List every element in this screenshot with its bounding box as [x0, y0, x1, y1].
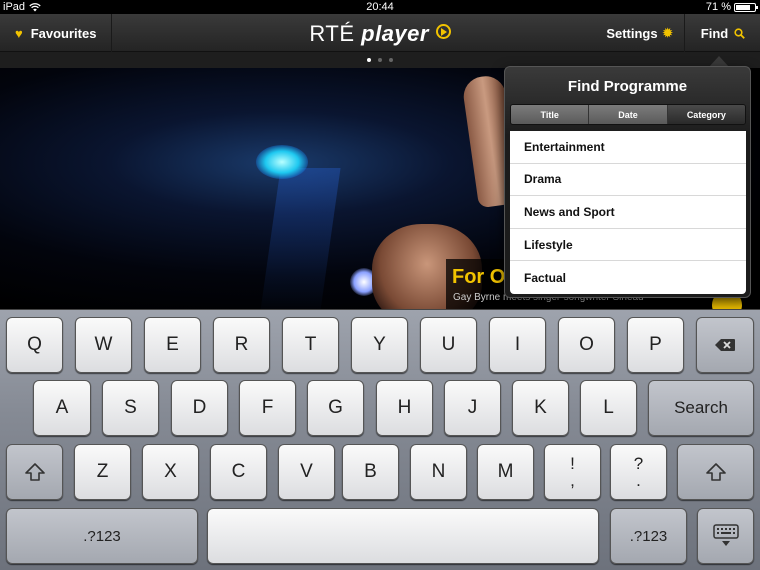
key-t[interactable]: T [282, 317, 339, 373]
shift-key-left[interactable] [6, 444, 63, 500]
segment-date[interactable]: Date [589, 105, 668, 124]
category-item-entertainment[interactable]: Entertainment [510, 131, 746, 164]
hide-keyboard-key[interactable] [697, 508, 754, 564]
key-a[interactable]: A [33, 380, 91, 436]
settings-button[interactable]: Settings ✹ [595, 14, 685, 52]
light-beam [259, 168, 341, 309]
key-question-period[interactable]: ?. [610, 444, 667, 500]
key-top-label: ! [570, 454, 575, 473]
space-bar[interactable] [207, 508, 599, 564]
key-l[interactable]: L [580, 380, 637, 436]
key-r[interactable]: R [213, 317, 270, 373]
key-f[interactable]: F [239, 380, 296, 436]
category-item-news-and-sport[interactable]: News and Sport [510, 196, 746, 229]
keyboard-hide-icon [712, 524, 739, 546]
find-label: Find [700, 25, 729, 41]
numbers-key-right[interactable]: .?123 [610, 508, 687, 564]
key-m[interactable]: M [477, 444, 534, 500]
search-icon [734, 27, 746, 39]
shift-key-right[interactable] [677, 444, 754, 500]
gear-icon: ✹ [662, 26, 673, 40]
settings-label: Settings [606, 25, 658, 41]
status-bar: iPad 20:44 71 % [0, 0, 760, 14]
category-item-lifestyle[interactable]: Lifestyle [510, 229, 746, 262]
key-v[interactable]: V [278, 444, 335, 500]
key-exclaim-comma[interactable]: !, [544, 444, 601, 500]
hero-title: For O [452, 266, 506, 288]
key-b[interactable]: B [342, 444, 399, 500]
key-g[interactable]: G [307, 380, 364, 436]
key-d[interactable]: D [171, 380, 228, 436]
popover-title: Find Programme [567, 78, 688, 95]
battery-percent: 71 % [705, 1, 731, 13]
backspace-key[interactable] [696, 317, 754, 373]
key-e[interactable]: E [144, 317, 201, 373]
on-screen-keyboard: Q W E R T Y U I O P A S D F G H J K L Se… [0, 309, 760, 570]
play-icon [435, 24, 451, 39]
key-c[interactable]: C [210, 444, 267, 500]
search-key[interactable]: Search [648, 380, 754, 436]
page-dot[interactable] [389, 58, 393, 62]
key-top-label: ? [633, 454, 644, 473]
key-q[interactable]: Q [6, 317, 63, 373]
key-u[interactable]: U [420, 317, 477, 373]
key-z[interactable]: Z [74, 444, 131, 500]
key-y[interactable]: Y [351, 317, 408, 373]
key-w[interactable]: W [75, 317, 132, 373]
key-s[interactable]: S [102, 380, 159, 436]
logo-player: player [361, 21, 429, 46]
find-programme-popover: Find Programme Title Date Category Enter… [504, 66, 751, 298]
top-nav: ♥ Favourites RTÉ player Settings ✹ Find [0, 14, 760, 52]
key-bottom-label: , [570, 471, 575, 490]
key-i[interactable]: I [489, 317, 546, 373]
segment-category[interactable]: Category [667, 105, 745, 124]
shift-icon [24, 463, 45, 481]
key-bottom-label: . [636, 471, 641, 490]
page-dot[interactable] [378, 58, 382, 62]
battery-icon [734, 2, 758, 12]
find-button[interactable]: Find [686, 14, 760, 52]
key-h[interactable]: H [376, 380, 433, 436]
search-mode-segmented-control: Title Date Category [510, 104, 746, 125]
logo-rte: RTÉ [309, 21, 355, 46]
page-dot[interactable] [367, 58, 371, 62]
shift-icon [705, 463, 726, 481]
key-k[interactable]: K [512, 380, 569, 436]
stage-light [256, 145, 308, 179]
numbers-key-left[interactable]: .?123 [6, 508, 198, 564]
key-o[interactable]: O [558, 317, 615, 373]
key-j[interactable]: J [444, 380, 501, 436]
key-p[interactable]: P [627, 317, 684, 373]
category-list: Entertainment Drama News and Sport Lifes… [510, 131, 746, 294]
clock: 20:44 [366, 1, 394, 13]
category-item-factual[interactable]: Factual [510, 261, 746, 294]
key-n[interactable]: N [410, 444, 467, 500]
key-x[interactable]: X [142, 444, 199, 500]
segment-title[interactable]: Title [511, 105, 590, 124]
backspace-icon [715, 339, 735, 351]
category-item-drama[interactable]: Drama [510, 164, 746, 197]
